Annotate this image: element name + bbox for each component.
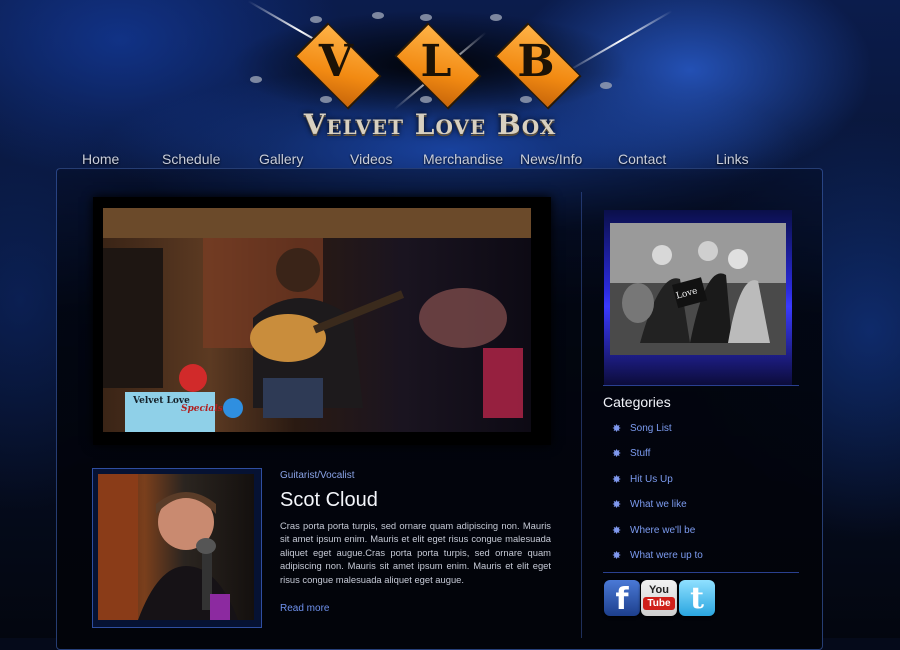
logo-dot: [420, 14, 432, 21]
twitter-icon[interactable]: t: [679, 580, 715, 616]
category-label: Stuff: [630, 448, 651, 459]
logo-dot: [320, 96, 332, 103]
nav-gallery[interactable]: Gallery: [259, 151, 303, 167]
star-bullet-icon: ✸: [612, 448, 622, 460]
logo-dot: [520, 96, 532, 103]
profile-photo-frame[interactable]: [92, 468, 262, 628]
star-bullet-icon: ✸: [612, 499, 622, 511]
nav-news-info[interactable]: News/Info: [520, 151, 582, 167]
nav-schedule[interactable]: Schedule: [162, 151, 220, 167]
member-role: Guitarist/Vocalist: [280, 470, 355, 481]
star-bullet-icon: ✸: [612, 423, 622, 435]
youtube-icon[interactable]: You Tube: [641, 580, 677, 616]
sidebar-divider: [603, 385, 799, 386]
main-nav: Home Schedule Gallery Videos Merchandise…: [55, 148, 825, 170]
star-bullet-icon: ✸: [612, 550, 622, 562]
star-bullet-icon: ✸: [612, 525, 622, 537]
nav-links[interactable]: Links: [716, 151, 749, 167]
sidebar-divider: [603, 572, 799, 573]
member-bio: Cras porta porta turpis, sed ornare quam…: [280, 520, 551, 585]
band-photo-frame[interactable]: Love: [604, 210, 792, 385]
logo-dot: [250, 76, 262, 83]
star-bullet-icon: ✸: [612, 474, 622, 486]
hero-sign-subtext: Specials: [181, 404, 223, 414]
nav-home[interactable]: Home: [82, 151, 119, 167]
category-label: What we like: [630, 499, 687, 510]
category-label: Song List: [630, 423, 672, 434]
member-name: Scot Cloud: [280, 489, 378, 511]
band-name: Velvet Love Box: [303, 108, 557, 141]
band-photo-illustration: [610, 223, 786, 355]
hero-photo[interactable]: Velvet Love Specials: [93, 197, 551, 445]
youtube-glyph: You Tube: [641, 580, 677, 616]
read-more-link[interactable]: Read more: [280, 603, 329, 614]
facebook-glyph: f: [615, 582, 629, 617]
logo-dot: [310, 16, 322, 23]
logo-dot: [490, 14, 502, 21]
category-label: Where we'll be: [630, 525, 696, 536]
column-divider: [581, 192, 582, 638]
category-label: What were up to: [630, 550, 703, 561]
logo-dot: [600, 82, 612, 89]
youtube-glyph-top: You: [649, 584, 669, 596]
twitter-glyph: t: [690, 581, 704, 616]
profile-illustration: [98, 474, 238, 620]
profile-photo: [98, 474, 254, 620]
categories-title: Categories: [603, 394, 671, 410]
category-label: Hit Us Up: [630, 474, 673, 485]
youtube-glyph-bottom: Tube: [643, 597, 675, 610]
logo-letter: V: [318, 36, 354, 87]
band-photo: Love: [610, 223, 786, 355]
logo-letter: B: [517, 36, 555, 87]
logo-dot: [420, 96, 432, 103]
site-logo[interactable]: V L B Velvet Love Box: [190, 0, 673, 142]
logo-letter: L: [420, 36, 452, 87]
nav-contact[interactable]: Contact: [618, 151, 666, 167]
nav-merchandise[interactable]: Merchandise: [423, 151, 503, 167]
nav-videos[interactable]: Videos: [350, 151, 393, 167]
facebook-icon[interactable]: f: [604, 580, 640, 617]
logo-dot: [372, 12, 384, 19]
hero-image: Velvet Love Specials: [103, 208, 531, 432]
